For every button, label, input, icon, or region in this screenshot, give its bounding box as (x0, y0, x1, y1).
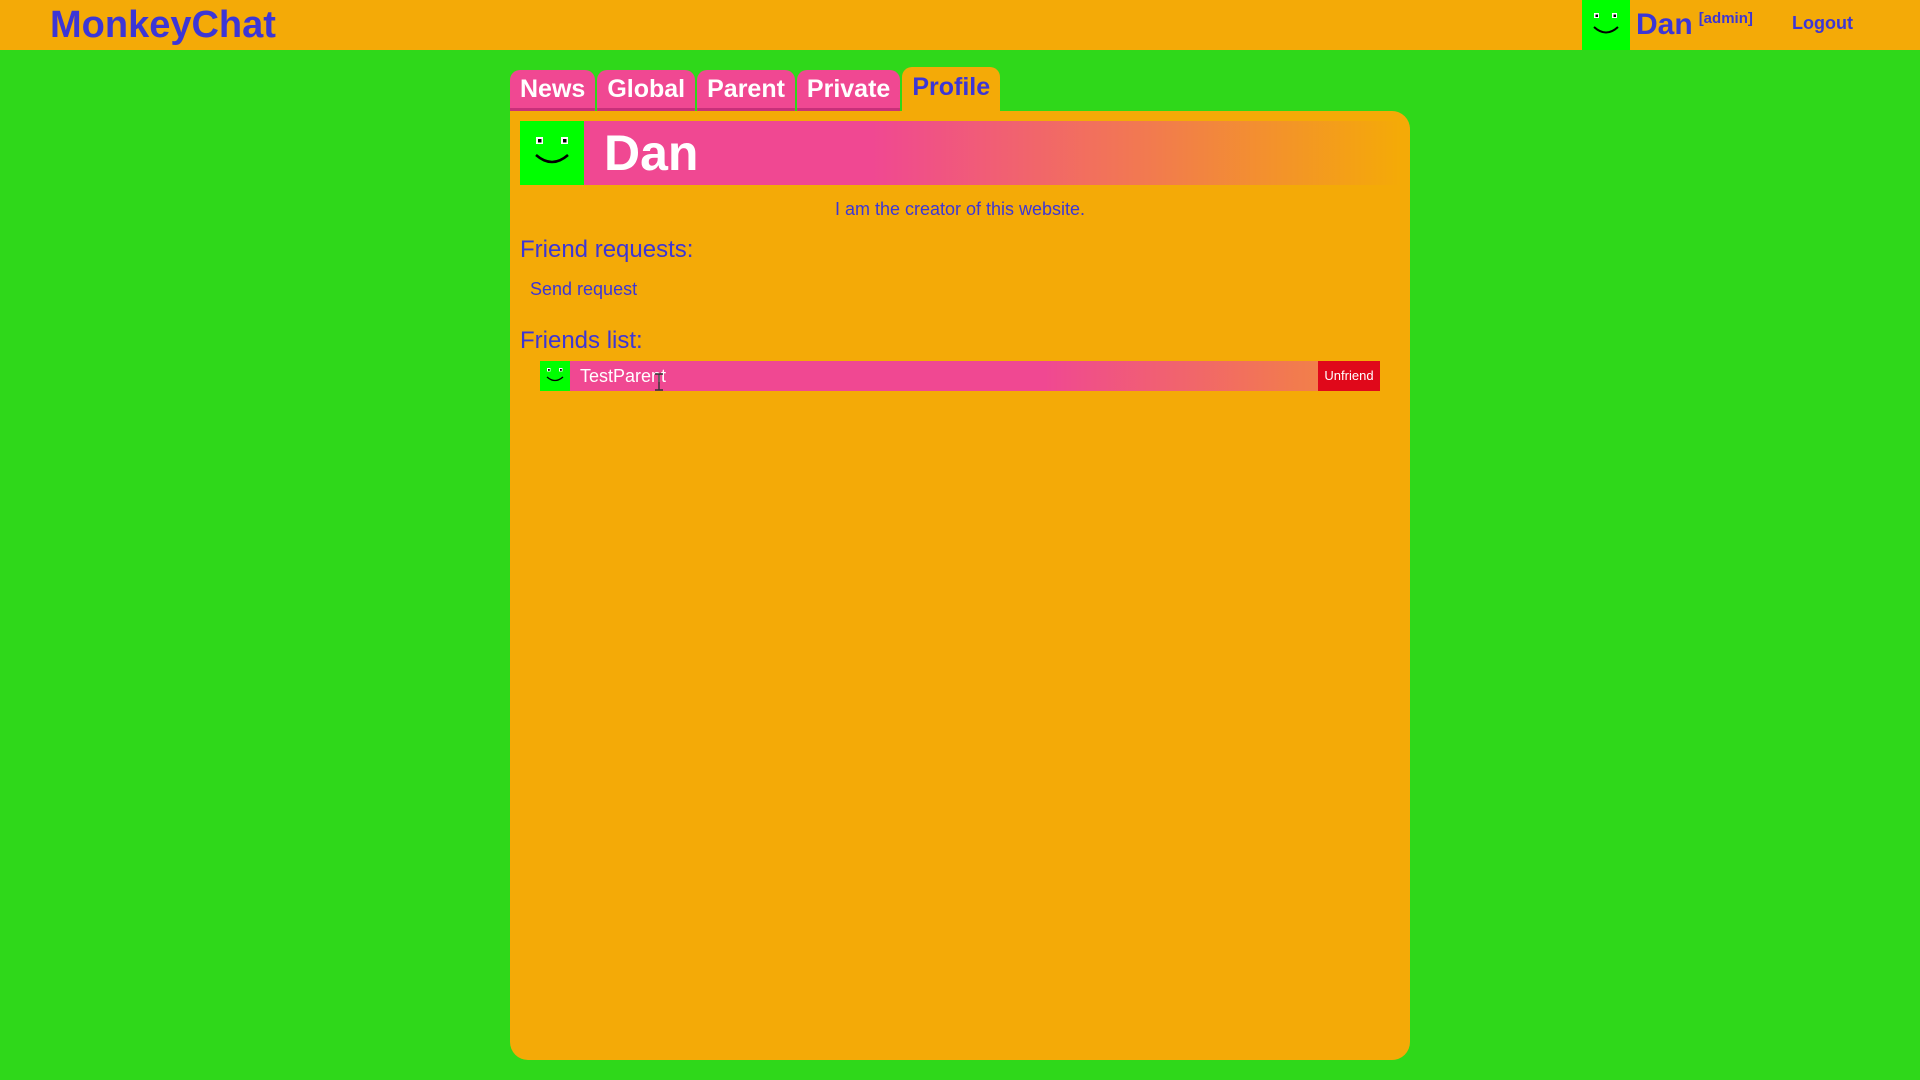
smiley-face-icon (520, 121, 584, 185)
unfriend-button[interactable]: Unfriend (1318, 361, 1380, 391)
top-bar: MonkeyChat Dan [admin] Logout (0, 0, 1920, 50)
text-cursor-icon (655, 373, 663, 391)
current-username: Dan (1636, 8, 1693, 41)
smiley-face-icon (1582, 0, 1630, 50)
tab-parent[interactable]: Parent (697, 70, 795, 111)
profile-bio: I am the creator of this website. (834, 199, 1086, 219)
send-request-link[interactable]: Send request (530, 279, 637, 300)
tab-global[interactable]: Global (597, 70, 696, 111)
app-root: MonkeyChat Dan [admin] Logout News Globa… (0, 0, 1920, 1080)
friend-list-item[interactable]: TestParent Unfriend (540, 361, 1380, 391)
friend-requests-heading: Friend requests: (520, 236, 694, 263)
friends-list-heading: Friends list: (520, 327, 643, 354)
user-role-badge: [admin] (1698, 10, 1753, 27)
profile-header: Dan (520, 121, 1400, 185)
main-tabs: News Global Parent Private Profile (510, 67, 1002, 111)
profile-name: Dan (604, 125, 699, 181)
tab-news[interactable]: News (510, 70, 596, 111)
current-user: Dan [admin] (1582, 0, 1753, 50)
profile-panel: Dan I am the creator of this website. Fr… (510, 111, 1410, 1060)
logout-button[interactable]: Logout (1792, 13, 1853, 34)
tab-private[interactable]: Private (796, 70, 901, 111)
tab-profile[interactable]: Profile (902, 67, 1001, 111)
smiley-face-icon (540, 361, 570, 391)
brand-logo-link[interactable]: MonkeyChat (50, 2, 276, 48)
